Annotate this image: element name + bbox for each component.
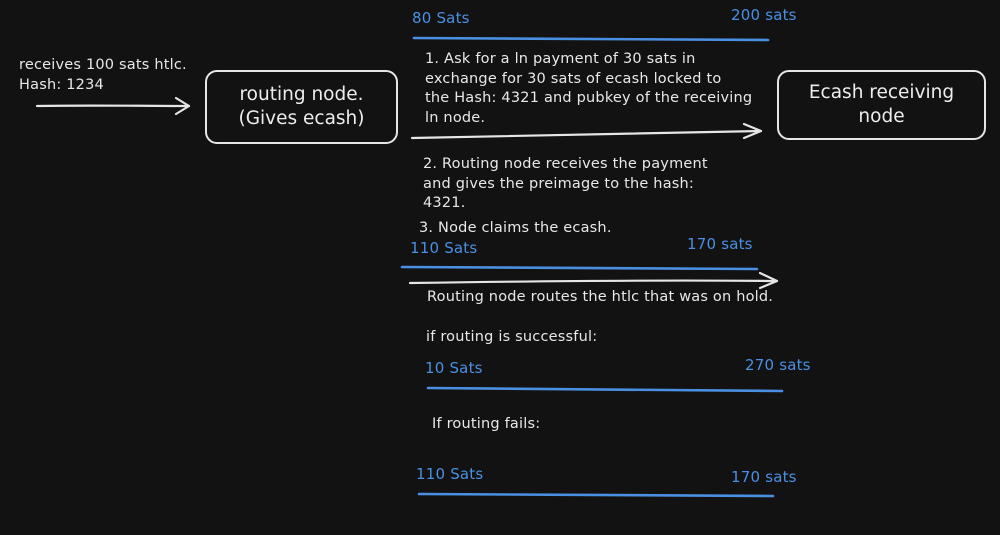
success-channel-line	[426, 386, 784, 393]
channel-2-right-balance: 170 sats	[687, 235, 753, 253]
channel-1-left-balance: 80 Sats	[412, 9, 470, 27]
htlc-routing-note: Routing node routes the htlc that was on…	[427, 289, 774, 305]
routing-node: routing node. (Gives ecash)	[205, 70, 398, 144]
failure-left-balance: 110 Sats	[416, 465, 484, 483]
failure-case-label: If routing fails:	[432, 416, 541, 432]
step-2-text: 2. Routing node receives the payment and…	[423, 156, 708, 211]
channel-2-line	[400, 265, 759, 271]
success-right-balance: 270 sats	[745, 356, 811, 374]
success-left-balance: 10 Sats	[425, 359, 483, 377]
ecash-receiving-node: Ecash receiving node	[777, 70, 986, 140]
incoming-htlc-label: receives 100 sats htlc. Hash: 1234	[19, 57, 187, 93]
channel-1-right-balance: 200 sats	[731, 6, 797, 24]
channel-1-line	[412, 36, 770, 42]
incoming-htlc-arrow	[35, 96, 191, 116]
htlc-forward-arrow	[408, 271, 779, 290]
step-1-text: 1. Ask for a ln payment of 30 sats in ex…	[425, 51, 753, 126]
failure-channel-line	[417, 492, 775, 498]
diagram-canvas: receives 100 sats htlc. Hash: 1234 routi…	[0, 0, 1000, 535]
success-case-label: if routing is successful:	[426, 329, 598, 345]
channel-2-left-balance: 110 Sats	[410, 239, 478, 257]
step-3-text: 3. Node claims the ecash.	[419, 220, 612, 236]
failure-right-balance: 170 sats	[731, 468, 797, 486]
